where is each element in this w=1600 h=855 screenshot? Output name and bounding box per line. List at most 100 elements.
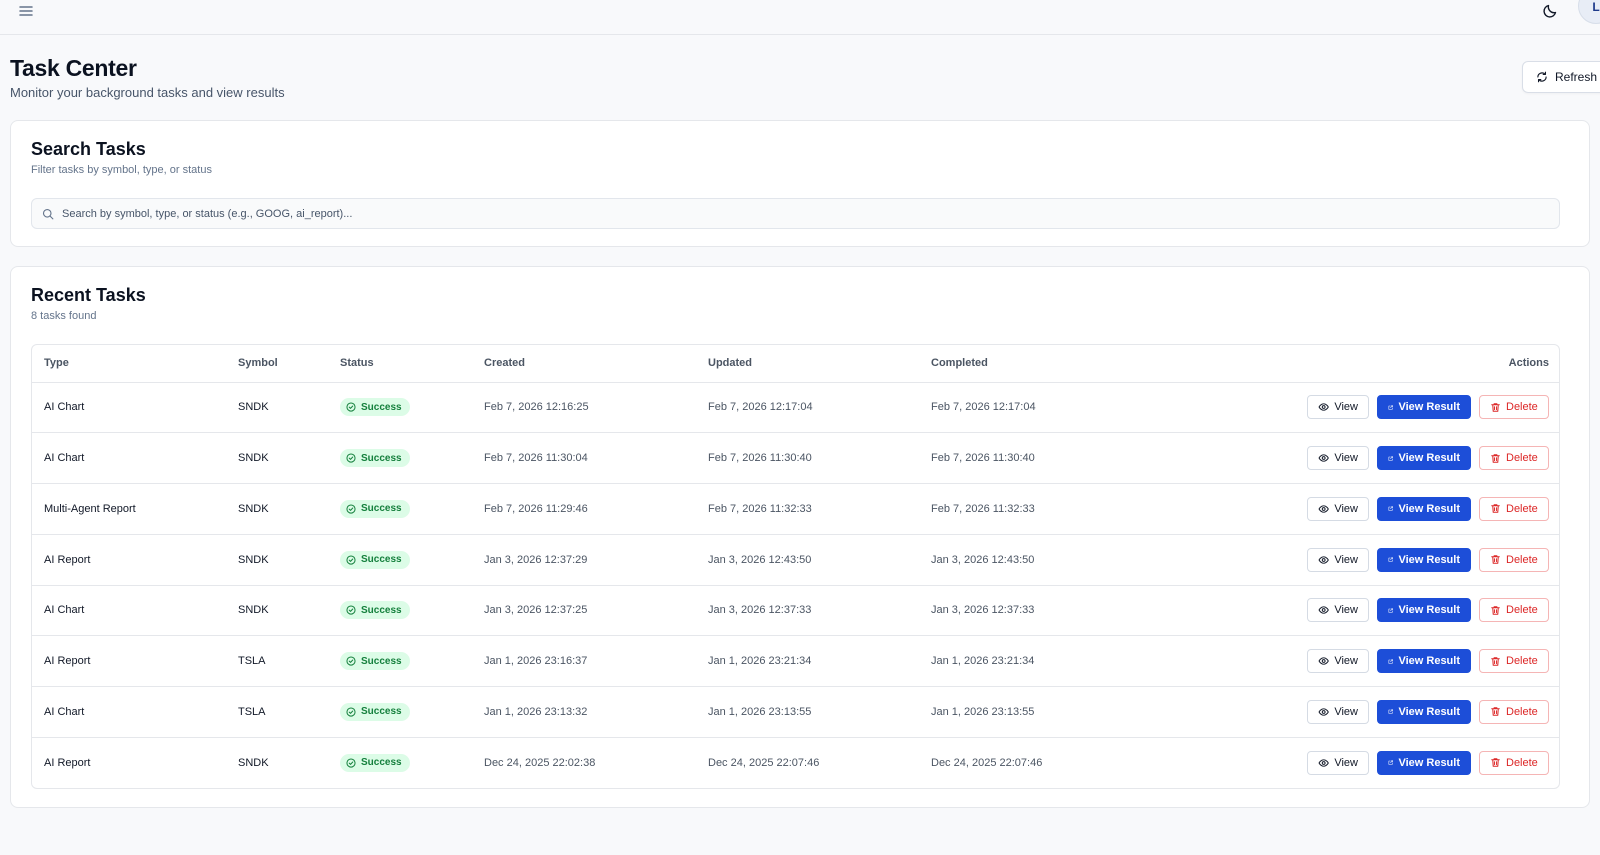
- delete-button[interactable]: Delete: [1479, 750, 1549, 775]
- status-label: Success: [361, 554, 402, 566]
- delete-button[interactable]: Delete: [1479, 547, 1549, 572]
- task-status-cell: Success: [328, 433, 472, 484]
- task-actions: View View Result Delete: [1179, 585, 1559, 636]
- trash-icon: [1491, 707, 1500, 717]
- view-result-button[interactable]: View Result: [1377, 496, 1471, 521]
- status-label: Success: [361, 401, 402, 413]
- column-header-created[interactable]: Created: [472, 345, 696, 382]
- task-status-cell: Success: [328, 636, 472, 687]
- task-completed: Feb 7, 2026 11:32:33: [931, 502, 1035, 515]
- task-symbol: SNDK: [238, 401, 269, 414]
- column-header-updated[interactable]: Updated: [696, 345, 919, 382]
- view-button[interactable]: View: [1307, 496, 1369, 521]
- column-header-completed[interactable]: Completed: [919, 345, 1179, 382]
- delete-button[interactable]: Delete: [1479, 496, 1549, 521]
- view-result-label: View Result: [1398, 756, 1460, 769]
- theme-toggle-button[interactable]: [1538, 0, 1562, 22]
- task-completed: Jan 3, 2026 12:43:50: [931, 553, 1035, 566]
- search-input[interactable]: [62, 207, 1542, 220]
- task-created: Jan 1, 2026 23:16:37: [484, 655, 588, 668]
- status-label: Success: [361, 604, 402, 616]
- view-button[interactable]: View: [1307, 649, 1369, 674]
- task-status-cell: Success: [328, 687, 472, 738]
- task-updated: Jan 1, 2026 23:13:55: [708, 705, 812, 718]
- task-completed: Jan 1, 2026 23:13:55: [931, 705, 1035, 718]
- view-button[interactable]: View: [1307, 598, 1369, 623]
- delete-button[interactable]: Delete: [1479, 699, 1549, 724]
- tasks-table-wrapper: Type Symbol Status Created Updated Compl…: [31, 344, 1560, 789]
- task-status-cell: Success: [328, 534, 472, 585]
- table-row: AI Report TSLA Success Jan 1, 2026 23:16…: [32, 635, 1559, 687]
- tasks-count: 8 tasks found: [31, 310, 97, 322]
- delete-label: Delete: [1506, 705, 1538, 718]
- task-actions: View View Result Delete: [1179, 433, 1559, 484]
- task-updated: Jan 3, 2026 12:37:33: [708, 604, 812, 617]
- status-badge: Success: [340, 652, 410, 671]
- task-actions: View View Result Delete: [1179, 737, 1559, 788]
- trash-icon: [1491, 758, 1500, 768]
- view-button[interactable]: View: [1307, 699, 1369, 724]
- eye-icon: [1318, 454, 1329, 462]
- view-result-button[interactable]: View Result: [1377, 750, 1471, 775]
- external-link-icon: [1388, 709, 1393, 715]
- external-link-icon: [1388, 455, 1393, 461]
- status-badge: Success: [340, 601, 410, 620]
- search-card-description: Filter tasks by symbol, type, or status: [31, 164, 212, 176]
- view-result-label: View Result: [1398, 705, 1460, 718]
- search-card-title: Search Tasks: [31, 139, 146, 159]
- task-created: Dec 24, 2025 22:02:38: [484, 756, 596, 769]
- view-result-label: View Result: [1398, 401, 1460, 414]
- view-result-button[interactable]: View Result: [1377, 395, 1471, 420]
- view-result-label: View Result: [1398, 553, 1460, 566]
- view-result-button[interactable]: View Result: [1377, 649, 1471, 674]
- external-link-icon: [1388, 608, 1393, 613]
- view-button[interactable]: View: [1307, 750, 1369, 775]
- column-header-symbol[interactable]: Symbol: [226, 345, 328, 382]
- trash-icon: [1491, 656, 1500, 666]
- view-result-button[interactable]: View Result: [1377, 547, 1471, 572]
- delete-button[interactable]: Delete: [1479, 395, 1549, 420]
- view-result-label: View Result: [1398, 604, 1460, 617]
- task-actions: View View Result Delete: [1179, 687, 1559, 738]
- refresh-button[interactable]: Refresh: [1522, 61, 1600, 93]
- task-type: AI Chart: [44, 705, 85, 718]
- top-bar: L: [0, 0, 1600, 35]
- page-title: Task Center: [10, 55, 137, 81]
- view-result-button[interactable]: View Result: [1377, 598, 1471, 623]
- task-created: Feb 7, 2026 11:29:46: [484, 502, 588, 515]
- view-button[interactable]: View: [1307, 395, 1369, 420]
- delete-label: Delete: [1506, 401, 1538, 414]
- status-label: Success: [361, 706, 402, 718]
- delete-label: Delete: [1506, 553, 1538, 566]
- check-circle-icon: [346, 402, 356, 412]
- column-header-status[interactable]: Status: [328, 345, 472, 382]
- task-status-cell: Success: [328, 585, 472, 636]
- view-label: View: [1334, 502, 1358, 515]
- delete-button[interactable]: Delete: [1479, 598, 1549, 623]
- status-label: Success: [361, 503, 402, 515]
- delete-label: Delete: [1506, 502, 1538, 515]
- task-created: Feb 7, 2026 11:30:04: [484, 452, 588, 465]
- task-type: AI Chart: [44, 401, 85, 414]
- check-circle-icon: [346, 758, 356, 768]
- menu-button[interactable]: [14, 0, 38, 22]
- view-label: View: [1334, 756, 1358, 769]
- task-updated: Jan 3, 2026 12:43:50: [708, 553, 812, 566]
- view-result-button[interactable]: View Result: [1377, 699, 1471, 724]
- view-button[interactable]: View: [1307, 547, 1369, 572]
- status-badge: Success: [340, 702, 410, 721]
- delete-button[interactable]: Delete: [1479, 446, 1549, 471]
- trash-icon: [1491, 606, 1500, 615]
- task-actions: View View Result Delete: [1179, 534, 1559, 585]
- view-button[interactable]: View: [1307, 446, 1369, 471]
- column-header-type[interactable]: Type: [32, 345, 226, 382]
- delete-button[interactable]: Delete: [1479, 649, 1549, 674]
- column-header-actions: Actions: [1508, 357, 1549, 370]
- check-circle-icon: [346, 707, 356, 717]
- search-icon: [42, 208, 54, 219]
- search-card: Search Tasks Filter tasks by symbol, typ…: [10, 120, 1590, 247]
- task-created: Feb 7, 2026 12:16:25: [484, 401, 589, 414]
- avatar[interactable]: L: [1578, 0, 1600, 24]
- task-symbol: SNDK: [238, 553, 269, 566]
- view-result-button[interactable]: View Result: [1377, 446, 1471, 471]
